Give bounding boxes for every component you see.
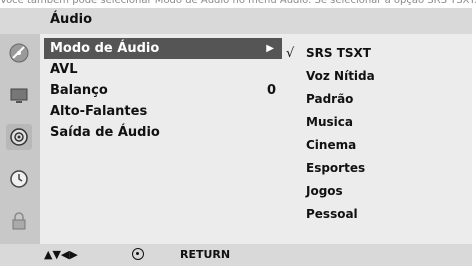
menu-item-saida-de-audio[interactable]: Saída de Áudio	[44, 122, 282, 143]
page-caption: Você também pode selecionar Modo de Áudi…	[0, 0, 476, 6]
speaker-icon[interactable]	[6, 124, 32, 150]
submenu-item-label: Voz Nítida	[306, 69, 375, 83]
submenu-item-esportes[interactable]: Esportes	[284, 157, 464, 180]
lock-icon[interactable]	[6, 208, 32, 234]
submenu-item-voz-nitida[interactable]: Voz Nítida	[284, 65, 464, 88]
menu-title-bar: Áudio	[0, 8, 472, 34]
audio-menu-list: Modo de Áudio ▶ AVL Balanço 0 Alto-Falan…	[44, 38, 282, 143]
submenu-item-musica[interactable]: Musica	[284, 111, 464, 134]
menu-item-label: Saída de Áudio	[50, 125, 160, 140]
clock-icon[interactable]	[6, 166, 32, 192]
menu-item-alto-falantes[interactable]: Alto-Falantes	[44, 101, 282, 122]
submenu-item-label: Pessoal	[306, 207, 358, 221]
menu-item-modo-de-audio[interactable]: Modo de Áudio ▶	[44, 38, 282, 59]
ok-button-icon	[132, 248, 144, 260]
menu-item-label: Alto-Falantes	[50, 104, 148, 119]
menu-item-balanco[interactable]: Balanço 0	[44, 80, 282, 101]
menu-item-label: Modo de Áudio	[50, 41, 160, 56]
submenu-item-cinema[interactable]: Cinema	[284, 134, 464, 157]
navigation-arrows-icon: ▲▼◀▶	[44, 248, 78, 261]
submenu-item-pessoal[interactable]: Pessoal	[284, 203, 464, 226]
menu-item-label: AVL	[50, 62, 78, 77]
osd-menu: Áudio Modo de Áudio ▶ AVL Balanço 0 Alto…	[0, 8, 472, 266]
submenu-item-label: Esportes	[306, 161, 366, 175]
osd-footer: ▲▼◀▶ RETURN	[0, 244, 472, 266]
submenu-item-label: Musica	[306, 115, 353, 129]
audio-mode-submenu: √ SRS TSXT Voz Nítida Padrão Musica Cine…	[284, 42, 464, 226]
menu-item-label: Balanço	[50, 83, 108, 98]
submenu-item-label: Padrão	[306, 92, 354, 106]
checkmark-icon: √	[286, 46, 295, 61]
submenu-item-label: SRS TSXT	[306, 46, 371, 60]
menu-title: Áudio	[50, 12, 93, 27]
submenu-item-srs-tsxt[interactable]: √ SRS TSXT	[284, 42, 464, 65]
submenu-item-label: Cinema	[306, 138, 357, 152]
submenu-item-label: Jogos	[306, 184, 343, 198]
balance-value: 0	[266, 83, 276, 98]
tv-screen-icon[interactable]	[6, 82, 32, 108]
icon-rail	[0, 34, 40, 244]
menu-item-avl[interactable]: AVL	[44, 59, 282, 80]
submenu-item-padrao[interactable]: Padrão	[284, 88, 464, 111]
submenu-item-jogos[interactable]: Jogos	[284, 180, 464, 203]
satellite-dish-icon[interactable]	[6, 40, 32, 66]
triangle-right-icon: ▶	[266, 43, 274, 54]
return-hint: RETURN	[180, 248, 231, 261]
